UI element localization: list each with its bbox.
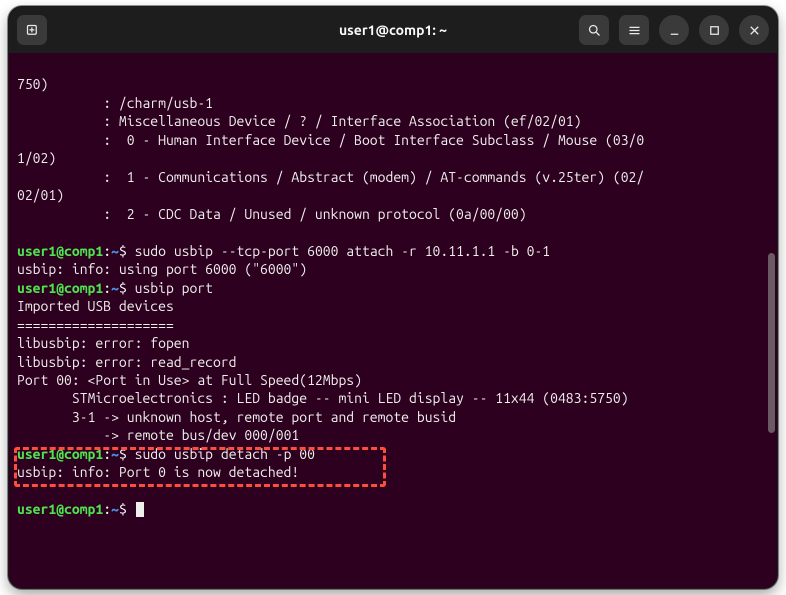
prompt-path: ~ (111, 243, 119, 259)
search-button[interactable] (579, 15, 609, 45)
command-text: sudo usbip detach -p 00 (135, 446, 315, 462)
prompt-path: ~ (111, 280, 119, 296)
prompt-dollar: $ (119, 446, 135, 462)
prompt-user: user1@comp1 (17, 446, 103, 462)
new-tab-button[interactable] (17, 15, 47, 45)
output-line: ==================== (17, 317, 174, 333)
prompt-colon: : (103, 501, 111, 517)
prompt-colon: : (103, 243, 111, 259)
output-line: Imported USB devices (17, 298, 174, 314)
output-line: : 2 - CDC Data / Unused / unknown protoc… (17, 206, 527, 222)
minimize-icon (667, 23, 682, 38)
output-line: libusbip: error: read_record (17, 354, 237, 370)
menu-button[interactable] (619, 15, 649, 45)
titlebar: user1@comp1: ~ (9, 7, 777, 53)
output-line: usbip: info: using port 6000 ("6000") (17, 261, 307, 277)
output-line: Port 00: <Port in Use> at Full Speed(12M… (17, 372, 362, 388)
prompt-dollar: $ (119, 243, 135, 259)
output-line: : 0 - Human Interface Device / Boot Inte… (17, 132, 644, 148)
prompt-dollar: $ (119, 280, 135, 296)
prompt-path: ~ (111, 501, 119, 517)
scrollbar-thumb[interactable] (768, 253, 775, 433)
output-line: 02/01) (17, 187, 64, 203)
maximize-button[interactable] (699, 15, 729, 45)
maximize-icon (707, 23, 722, 38)
output-line: libusbip: error: fopen (17, 335, 189, 351)
output-line: 1/02) (17, 150, 56, 166)
output-line: 3-1 -> unknown host, remote port and rem… (17, 409, 456, 425)
close-button[interactable] (739, 15, 769, 45)
output-line: STMicroelectronics : LED badge -- mini L… (17, 390, 629, 406)
prompt-user: user1@comp1 (17, 280, 103, 296)
output-line: : Miscellaneous Device / ? / Interface A… (17, 113, 582, 129)
terminal-body[interactable]: 750) : /charm/usb-1 : Miscellaneous Devi… (9, 53, 777, 588)
search-icon (587, 23, 602, 38)
hamburger-icon (627, 23, 642, 38)
prompt-dollar: $ (119, 501, 135, 517)
minimize-button[interactable] (659, 15, 689, 45)
output-line: : /charm/usb-1 (17, 95, 213, 111)
terminal-window: user1@comp1: ~ 750) : /charm/usb-1 : Mis… (8, 6, 778, 589)
close-icon (747, 23, 762, 38)
prompt-user: user1@comp1 (17, 243, 103, 259)
prompt-path: ~ (111, 446, 119, 462)
text-cursor (136, 502, 144, 517)
command-text: sudo usbip --tcp-port 6000 attach -r 10.… (135, 243, 551, 259)
output-line: usbip: info: Port 0 is now detached! (17, 464, 299, 480)
output-line: -> remote bus/dev 000/001 (17, 427, 299, 443)
prompt-colon: : (103, 280, 111, 296)
prompt-user: user1@comp1 (17, 501, 103, 517)
command-text: usbip port (135, 280, 213, 296)
prompt-colon: : (103, 446, 111, 462)
output-line: : 1 - Communications / Abstract (modem) … (17, 169, 644, 185)
output-line: 750) (17, 76, 48, 92)
new-tab-icon (25, 23, 40, 38)
